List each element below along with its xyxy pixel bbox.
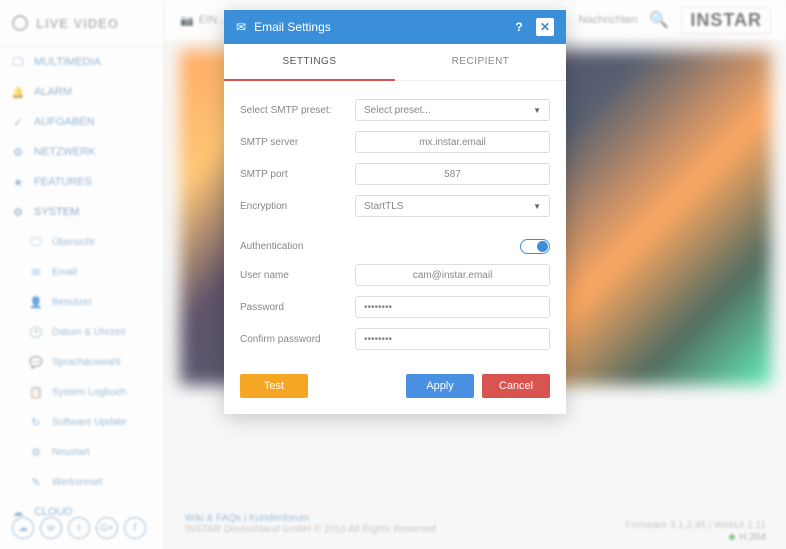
- cancel-button[interactable]: Cancel: [482, 374, 550, 398]
- label-preset: Select SMTP preset:: [240, 105, 355, 116]
- label-user: User name: [240, 270, 355, 281]
- test-button[interactable]: Test: [240, 374, 308, 398]
- label-auth: Authentication: [240, 241, 355, 252]
- confirm-password-input[interactable]: [355, 328, 550, 350]
- label-confirm: Confirm password: [240, 334, 355, 345]
- label-server: SMTP server: [240, 137, 355, 148]
- password-input[interactable]: [355, 296, 550, 318]
- authentication-toggle[interactable]: [520, 239, 550, 254]
- tab-recipient[interactable]: RECIPIENT: [395, 44, 566, 80]
- modal-header: ✉ Email Settings ? ✕: [224, 10, 566, 44]
- modal-actions: Test Apply Cancel: [224, 374, 566, 414]
- modal-tabs: SETTINGS RECIPIENT: [224, 44, 566, 81]
- tab-settings[interactable]: SETTINGS: [224, 44, 395, 81]
- email-settings-modal: ✉ Email Settings ? ✕ SETTINGS RECIPIENT …: [224, 10, 566, 414]
- chevron-down-icon: ▼: [533, 202, 541, 211]
- help-button[interactable]: ?: [510, 18, 528, 36]
- apply-button[interactable]: Apply: [406, 374, 474, 398]
- smtp-preset-select[interactable]: Select preset...▼: [355, 99, 550, 121]
- username-input[interactable]: [355, 264, 550, 286]
- label-password: Password: [240, 302, 355, 313]
- label-port: SMTP port: [240, 169, 355, 180]
- encryption-select[interactable]: StartTLS▼: [355, 195, 550, 217]
- modal-title: Email Settings: [254, 20, 331, 34]
- label-encryption: Encryption: [240, 201, 355, 212]
- smtp-server-input[interactable]: [355, 131, 550, 153]
- close-button[interactable]: ✕: [536, 18, 554, 36]
- chevron-down-icon: ▼: [533, 106, 541, 115]
- mail-icon: ✉: [236, 20, 246, 34]
- smtp-port-input[interactable]: [355, 163, 550, 185]
- modal-body: Select SMTP preset: Select preset...▼ SM…: [224, 81, 566, 374]
